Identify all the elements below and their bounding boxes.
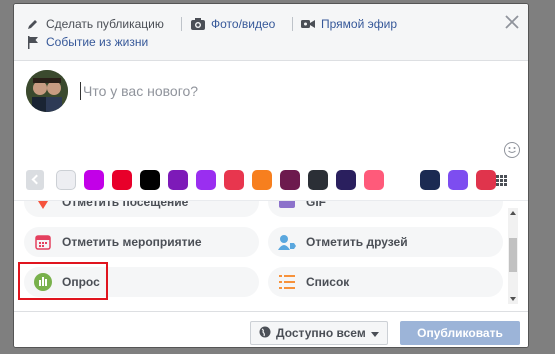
option-gif[interactable]: GIF <box>268 200 503 217</box>
background-swatch[interactable] <box>364 170 384 190</box>
close-icon[interactable] <box>504 14 520 30</box>
emoji-icon[interactable] <box>504 142 520 158</box>
option-gif-label: GIF <box>306 200 326 209</box>
background-swatch[interactable] <box>308 170 328 190</box>
publish-button[interactable]: Опубликовать <box>400 321 520 345</box>
scroll-up-icon[interactable] <box>510 211 516 215</box>
tab-divider <box>292 17 293 31</box>
tab-divider <box>181 17 182 31</box>
tag-friends-icon <box>278 233 296 251</box>
tab-life-event[interactable]: Событие из жизни <box>26 35 148 49</box>
background-swatch[interactable] <box>140 170 160 190</box>
option-event[interactable]: Отметить мероприятие <box>24 227 259 257</box>
tab-live-label: Прямой эфир <box>321 17 397 31</box>
caret-down-icon <box>370 326 379 340</box>
background-swatch[interactable] <box>420 170 440 190</box>
calendar-icon <box>34 233 52 251</box>
gif-icon <box>278 201 296 211</box>
option-checkin[interactable]: Отметить посещение <box>24 200 259 217</box>
background-swatch[interactable] <box>280 170 300 190</box>
background-swatch[interactable] <box>112 170 132 190</box>
option-checkin-label: Отметить посещение <box>62 200 189 209</box>
avatar <box>26 70 68 112</box>
options-scrollbar[interactable] <box>508 208 518 304</box>
background-swatch[interactable] <box>224 170 244 190</box>
scrollbar-thumb[interactable] <box>509 238 517 272</box>
globe-icon <box>259 326 271 341</box>
tab-photo-video[interactable]: Фото/видео <box>191 17 275 31</box>
audience-selector[interactable]: Доступно всем <box>250 321 388 345</box>
background-swatch[interactable] <box>448 170 468 190</box>
poll-highlight-box <box>18 262 108 300</box>
background-swatch[interactable] <box>392 170 412 190</box>
flag-icon <box>26 35 40 49</box>
background-swatch[interactable] <box>56 170 76 190</box>
option-tag-friends[interactable]: Отметить друзей <box>268 227 503 257</box>
location-pin-icon <box>34 201 52 211</box>
post-type-tabs: Сделать публикацию Фото/видео Прямой эфи… <box>14 4 528 61</box>
option-event-label: Отметить мероприятие <box>62 235 202 249</box>
composer-area: Что у вас нового? <box>14 60 528 160</box>
tab-make-post[interactable]: Сделать публикацию <box>26 17 164 31</box>
background-swatch[interactable] <box>252 170 272 190</box>
option-tag-friends-label: Отметить друзей <box>306 235 408 249</box>
background-swatches <box>14 164 528 198</box>
background-swatch[interactable] <box>84 170 104 190</box>
background-swatch[interactable] <box>336 170 356 190</box>
background-swatch[interactable] <box>476 170 496 190</box>
option-list[interactable]: Список <box>268 267 503 297</box>
composer-input[interactable]: Что у вас нового? <box>80 82 198 100</box>
tab-make-post-label: Сделать публикацию <box>46 17 164 31</box>
tab-life-event-label: Событие из жизни <box>46 35 149 49</box>
list-icon <box>278 273 296 291</box>
option-list-label: Список <box>306 275 350 289</box>
tab-photo-video-label: Фото/видео <box>211 17 276 31</box>
background-swatch[interactable] <box>168 170 188 190</box>
camera-icon <box>191 17 205 31</box>
background-swatch[interactable] <box>196 170 216 190</box>
grid-icon[interactable] <box>496 175 508 187</box>
tab-live[interactable]: Прямой эфир <box>301 17 397 31</box>
scroll-down-icon[interactable] <box>510 297 516 301</box>
video-camera-icon <box>301 17 315 31</box>
audience-label: Доступно всем <box>276 326 366 340</box>
pencil-icon <box>26 17 40 31</box>
dialog-footer: Доступно всем Опубликовать <box>14 311 528 347</box>
